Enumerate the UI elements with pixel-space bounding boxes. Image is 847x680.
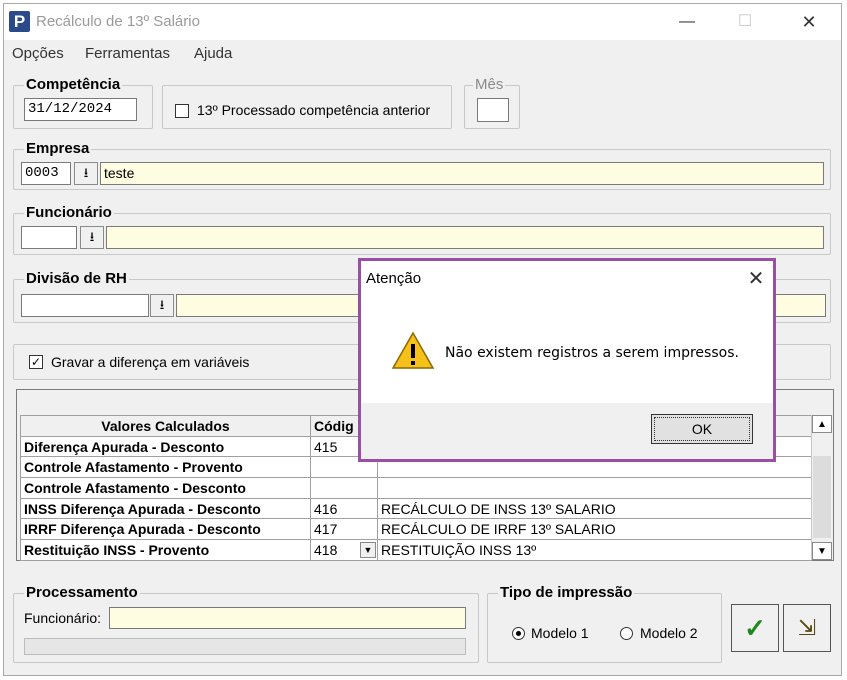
progress-bar (24, 638, 466, 655)
window-title: Recálculo de 13º Salário (36, 13, 200, 30)
dialog-close-button[interactable]: ✕ (739, 264, 773, 294)
processado-anterior-checkbox[interactable] (175, 104, 189, 118)
menu-ferramentas[interactable]: Ferramentas (85, 45, 170, 62)
dialog-footer: OK (361, 403, 773, 459)
table-row[interactable]: Controle Afastamento - Desconto (20, 477, 812, 499)
exit-door-icon: ⇲ (797, 615, 817, 640)
divisao-label: Divisão de RH (24, 270, 129, 287)
funcionario-name-input[interactable] (106, 226, 824, 249)
competencia-input[interactable]: 31/12/2024 (24, 98, 137, 121)
dialog-title: Atenção (366, 270, 422, 287)
empresa-label: Empresa (24, 140, 92, 157)
processamento-funcionario-input[interactable] (109, 607, 466, 629)
processamento-label: Processamento (24, 584, 140, 601)
modelo-2-radio[interactable] (620, 627, 633, 640)
download-arrow-icon: ⭳ (89, 229, 95, 244)
scroll-down-icon[interactable]: ▼ (812, 542, 832, 560)
close-button[interactable]: ✕ (786, 4, 832, 40)
scroll-up-icon[interactable]: ▲ (812, 415, 832, 433)
row-desc: RESTITUIÇÃO INSS 13º (377, 539, 812, 561)
mes-input[interactable] (477, 98, 509, 122)
mes-group: Mês (464, 76, 520, 129)
competencia-group: Competência 31/12/2024 (13, 76, 153, 129)
tipo-impressao-label: Tipo de impressão (498, 584, 635, 601)
maximize-button[interactable]: ☐ (722, 4, 768, 40)
row-name: Restituição INSS - Provento (20, 539, 311, 561)
ok-button[interactable]: OK (651, 414, 753, 444)
funcionario-lookup-button[interactable]: ⭳ (80, 226, 104, 249)
table-row[interactable]: IRRF Diferença Apurada - Desconto 417 RE… (20, 518, 812, 541)
empresa-lookup-button[interactable]: ⭳ (74, 162, 98, 185)
empresa-code-input[interactable]: 0003 (21, 162, 71, 185)
empresa-group: Empresa 0003 ⭳ teste (13, 140, 831, 190)
row-name: Controle Afastamento - Provento (20, 456, 311, 479)
header-valores-calculados[interactable]: Valores Calculados (20, 415, 311, 437)
checkmark-icon: ✓ (744, 613, 766, 643)
row-code-dropdown-icon[interactable]: ▼ (360, 542, 376, 559)
row-desc: RECÁLCULO DE INSS 13º SALARIO (377, 497, 812, 520)
menu-bar: Opções Ferramentas Ajuda (4, 40, 841, 66)
title-bar: P Recálculo de 13º Salário — ☐ ✕ (4, 4, 841, 40)
table-row[interactable]: Restituição INSS - Provento 418 ▼ RESTIT… (20, 539, 812, 561)
row-desc (377, 477, 812, 499)
row-code[interactable]: 418 ▼ (310, 539, 378, 561)
row-code[interactable]: 416 (310, 497, 378, 520)
processamento-group: Processamento Funcionário: (13, 584, 479, 663)
confirm-button[interactable]: ✓ (731, 604, 779, 652)
modelo-2-label: Modelo 2 (640, 625, 698, 641)
warning-icon (391, 331, 435, 369)
row-name: INSS Diferença Apurada - Desconto (20, 497, 311, 520)
download-arrow-icon: ⭳ (83, 165, 89, 180)
grid-scrollbar[interactable]: ▲ ▼ (811, 415, 832, 560)
minimize-button[interactable]: — (664, 4, 710, 40)
gravar-label: Gravar a diferença em variáveis (51, 354, 250, 370)
row-name: Diferença Apurada - Desconto (20, 435, 311, 458)
row-code-value: 418 (314, 541, 338, 558)
exit-button[interactable]: ⇲ (783, 604, 831, 652)
row-name: Controle Afastamento - Desconto (20, 477, 311, 499)
processado-anterior-group: 13º Processado competência anterior (162, 85, 452, 129)
row-name: IRRF Diferença Apurada - Desconto (20, 518, 311, 541)
attention-dialog: Atenção ✕ Não existem registros a serem … (358, 258, 776, 462)
competencia-label: Competência (24, 76, 123, 93)
row-code[interactable] (310, 477, 378, 499)
funcionario-label: Funcionário (24, 204, 114, 221)
funcionario-code-input[interactable] (21, 226, 77, 249)
scroll-thumb[interactable] (813, 456, 831, 538)
divisao-code-input[interactable] (21, 294, 149, 317)
dialog-message: Não existem registros a serem impressos. (445, 345, 739, 361)
mes-label: Mês (473, 76, 506, 93)
divisao-lookup-button[interactable]: ⭳ (150, 294, 174, 317)
menu-ajuda[interactable]: Ajuda (194, 45, 232, 62)
gravar-checkbox[interactable]: ✓ (29, 355, 43, 369)
funcionario-group: Funcionário ⭳ (13, 204, 831, 255)
modelo-1-label: Modelo 1 (531, 625, 589, 641)
app-logo-icon: P (9, 11, 30, 32)
menu-opcoes[interactable]: Opções (12, 45, 64, 62)
row-code[interactable]: 417 (310, 518, 378, 541)
tipo-impressao-group: Tipo de impressão Modelo 1 Modelo 2 (487, 584, 722, 663)
empresa-name-input[interactable]: teste (100, 162, 824, 185)
table-row[interactable]: INSS Diferença Apurada - Desconto 416 RE… (20, 497, 812, 520)
processamento-funcionario-label: Funcionário: (24, 610, 102, 626)
processado-anterior-label: 13º Processado competência anterior (197, 102, 431, 118)
download-arrow-icon: ⭳ (159, 297, 165, 312)
modelo-1-radio[interactable] (512, 627, 525, 640)
row-desc: RECÁLCULO DE IRRF 13º SALARIO (377, 518, 812, 541)
